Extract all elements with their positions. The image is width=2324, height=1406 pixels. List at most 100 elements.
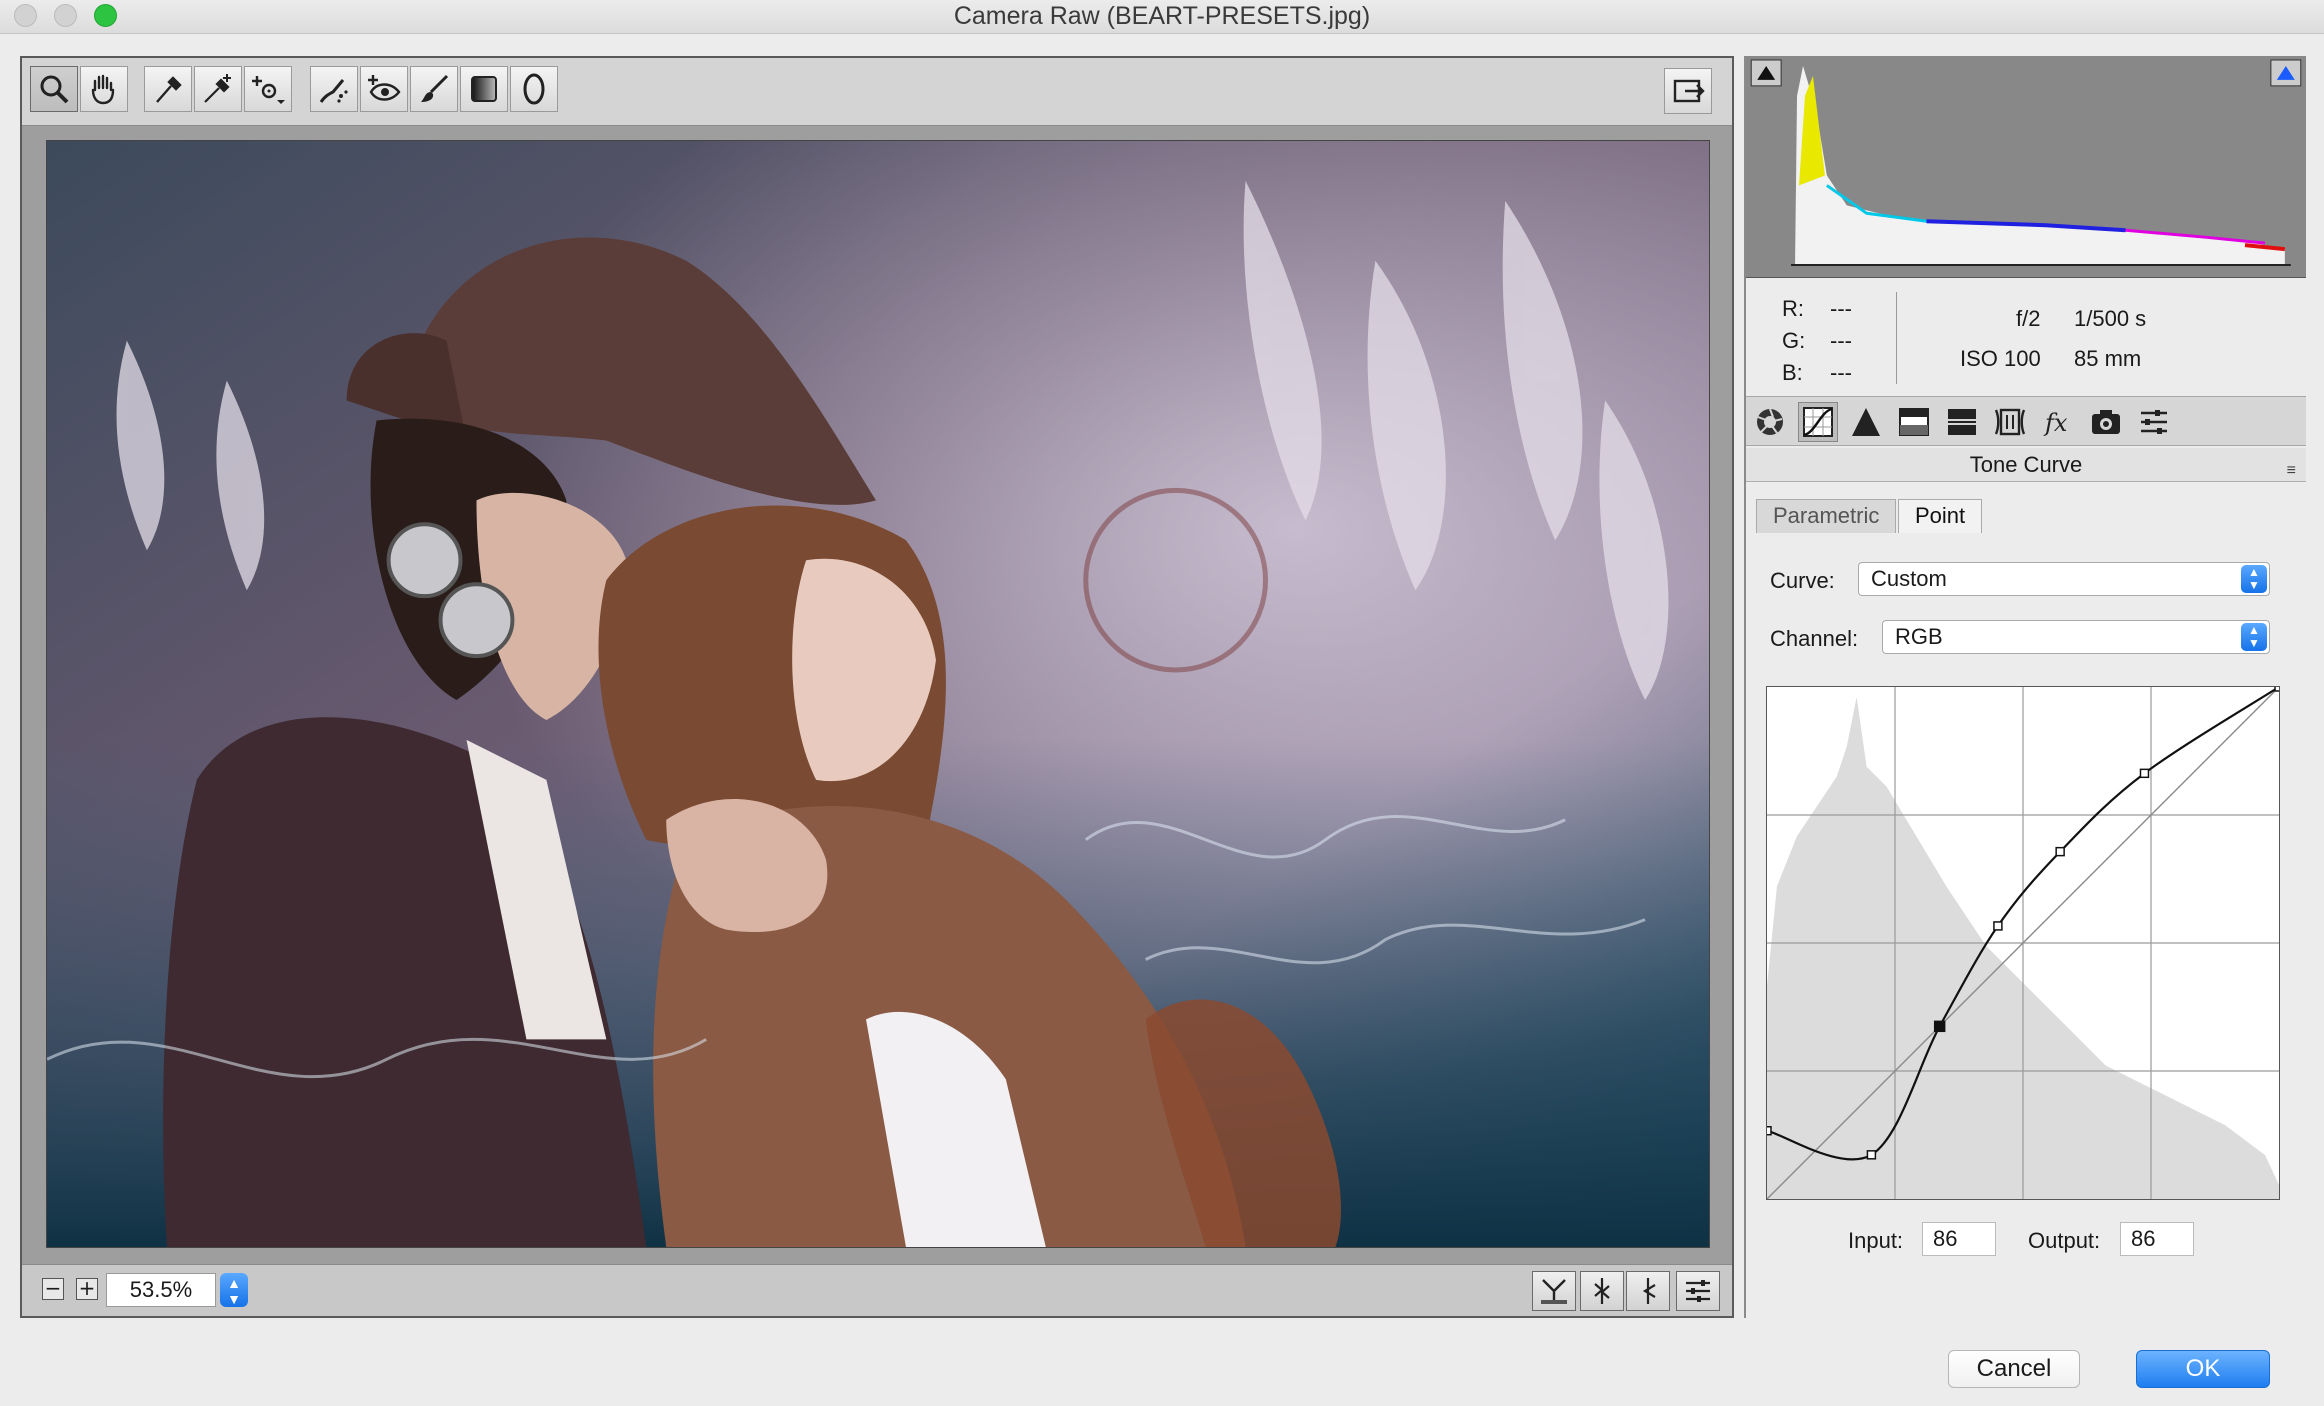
iso-value: ISO 100 [1960,346,2041,371]
red-eye-removal-button[interactable] [360,66,408,112]
curve-label: Curve: [1770,568,1835,593]
adjustments-panel: R: --- G: --- B: --- f/2 1/500 s ISO 100… [1744,56,2306,1318]
curve-point-selected[interactable] [1933,1020,1946,1033]
zoom-level-stepper[interactable]: ▲ ▼ [220,1273,248,1307]
zoom-tool-button[interactable] [30,66,78,112]
input-label: Input: [1848,1228,1904,1253]
camera-calibration-panel-tab[interactable] [2086,402,2126,442]
g-value: --- [1830,328,1852,353]
hsl-icon [1899,408,1929,436]
curve-select-arrow-icon: ▲ ▼ [2241,565,2267,593]
panel-title: Tone Curve ≡ [1746,448,2306,482]
tool-bar [22,58,1732,126]
basic-panel-tab[interactable] [1750,402,1790,442]
graduated-filter-icon [471,76,497,102]
channel-select-arrow-icon: ▲ ▼ [2241,623,2267,651]
zoom-out-button[interactable]: − [42,1278,64,1300]
focal-length-value: 85 mm [2074,346,2142,371]
tone-curve-icon [1803,407,1833,437]
channel-select[interactable]: RGB ▲ ▼ [1882,620,2270,654]
tab-point[interactable]: Point [1898,499,1983,533]
split-toning-panel-tab[interactable] [1942,402,1982,442]
r-value: --- [1830,296,1852,321]
photo-preview[interactable] [46,140,1710,1248]
curve-select[interactable]: Custom ▲ ▼ [1858,562,2270,596]
spot-removal-tool-button[interactable] [310,66,358,112]
tone-curve-graph[interactable] [1767,687,2279,1199]
curve-point[interactable] [1767,1126,1772,1136]
preview-preferences-icon [1686,1280,1710,1302]
curve-point[interactable] [1866,1150,1877,1160]
readout-info: R: --- G: --- B: --- f/2 1/500 s ISO 100… [1746,278,2306,396]
radial-filter-icon [523,73,545,105]
adjustment-brush-icon [421,74,449,102]
tab-parametric[interactable]: Parametric [1756,499,1897,533]
b-value: --- [1830,360,1852,385]
channel-label: Channel: [1770,626,1859,651]
shutter-value: 1/500 s [2074,306,2147,331]
radial-filter-button[interactable] [510,66,558,112]
panel-tabs: fx [1746,396,2306,446]
channel-select-value: RGB [1895,624,1943,649]
color-sampler-tool-icon [204,74,231,103]
r-label: R: [1782,296,1804,321]
swap-settings-button[interactable] [1580,1271,1624,1311]
zoom-window-button[interactable] [94,4,117,27]
graduated-filter-button[interactable] [460,66,508,112]
fullscreen-toggle-button[interactable] [1664,68,1712,114]
input-value-field[interactable]: 86 [1922,1222,1996,1256]
panel-title-text: Tone Curve [1969,452,2083,477]
effects-panel-tab[interactable]: fx [2038,402,2078,442]
minimize-window-button[interactable] [54,4,77,27]
preview-area: − + 53.5% ▲ ▼ [20,56,1734,1318]
curve-point[interactable] [2139,768,2150,779]
preview-status-bar: − + 53.5% ▲ ▼ [22,1264,1732,1316]
g-label: G: [1782,328,1806,353]
before-after-icon [1541,1279,1567,1304]
white-balance-tool-icon [156,76,182,103]
hsl-panel-tab[interactable] [1894,402,1934,442]
output-value-field[interactable]: 86 [2120,1222,2194,1256]
adjustment-brush-button[interactable] [410,66,458,112]
swap-settings-icon [1594,1278,1610,1304]
hand-tool-button[interactable] [80,66,128,112]
split-toning-icon [1948,409,1976,435]
copy-settings-button[interactable] [1626,1271,1670,1311]
detail-icon [1852,408,1880,436]
tone-curve-panel-tab[interactable] [1798,402,1838,442]
svg-text:fx: fx [2043,409,2068,437]
presets-panel-tab[interactable] [2134,402,2174,442]
ok-button[interactable]: OK [2136,1350,2270,1388]
camera-calibration-icon [2092,410,2120,434]
curve-point[interactable] [2274,687,2279,692]
targeted-adjustment-tool-icon [252,76,285,104]
lens-corrections-icon [1994,408,2026,436]
before-after-button[interactable] [1532,1271,1576,1311]
close-window-button[interactable] [14,4,37,27]
copy-settings-icon [1642,1278,1656,1304]
tone-curve-editor[interactable] [1766,686,2280,1200]
readout-divider [1896,292,1897,384]
zoom-level-field[interactable]: 53.5% [106,1273,216,1307]
aperture-value: f/2 [2016,306,2041,331]
histogram-graph [1747,56,2305,277]
photo-canvas [47,141,1709,1247]
detail-panel-tab[interactable] [1846,402,1886,442]
zoom-in-button[interactable]: + [76,1278,98,1300]
spot-removal-tool-icon [319,79,348,103]
panel-menu-icon[interactable]: ≡ [2287,454,2296,488]
zoom-tool-icon [40,75,69,104]
title-bar: Camera Raw (BEART-PRESETS.jpg) [0,0,2324,34]
fullscreen-toggle-icon [1673,79,1705,103]
lens-corrections-panel-tab[interactable] [1990,402,2030,442]
hand-tool-icon [91,74,115,105]
curve-point[interactable] [1993,921,2003,931]
output-label: Output: [2028,1228,2101,1253]
color-sampler-tool-button[interactable] [194,66,242,112]
white-balance-tool-button[interactable] [144,66,192,112]
cancel-button[interactable]: Cancel [1948,1350,2080,1388]
curve-point[interactable] [2055,846,2065,857]
targeted-adjustment-tool-button[interactable] [244,66,292,112]
preview-preferences-button[interactable] [1676,1271,1720,1311]
histogram [1746,56,2306,278]
